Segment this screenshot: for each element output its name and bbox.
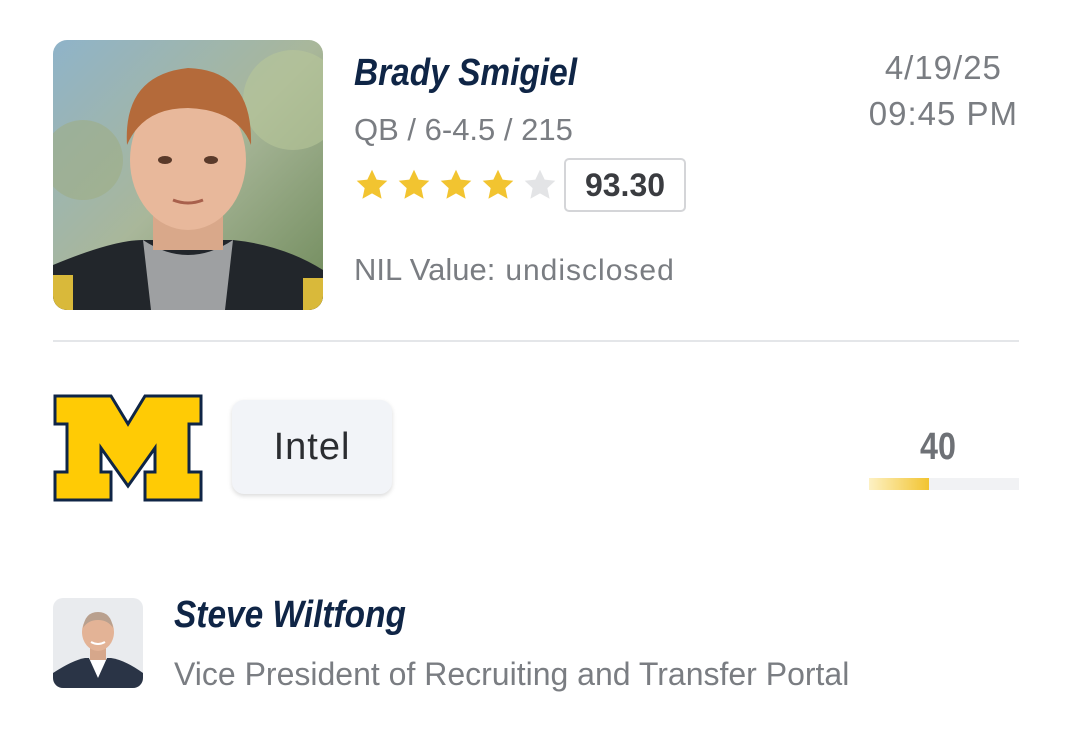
nil-value: undisclosed — [505, 254, 675, 287]
post-date: 4/19/25 — [884, 49, 1002, 86]
post-time: 09:45 PM — [868, 95, 1018, 132]
intel-pill-button[interactable]: Intel — [232, 400, 392, 494]
michigan-block-m-logo[interactable] — [53, 394, 203, 502]
player-photo[interactable] — [53, 40, 323, 310]
score-bar-fill — [869, 478, 929, 490]
author-avatar[interactable] — [53, 598, 143, 688]
star-filled-icon — [482, 169, 514, 199]
star-empty-icon — [524, 169, 556, 199]
star-filled-icon — [398, 169, 430, 199]
nil-label: NIL Value: — [354, 252, 496, 287]
player-position-height-weight: QB / 6-4.5 / 215 — [354, 112, 573, 147]
section-divider — [53, 340, 1019, 342]
nil-value-row: NIL Value: undisclosed — [354, 252, 675, 288]
prediction-score: 40 — [920, 426, 956, 468]
player-rating-box: 93.30 — [564, 158, 686, 212]
star-filled-icon — [356, 169, 388, 199]
score-bar — [869, 478, 1019, 490]
star-rating — [354, 167, 564, 203]
post-timestamp: 4/19/25 09:45 PM — [869, 45, 1018, 137]
star-filled-icon — [440, 169, 472, 199]
player-name[interactable]: Brady Smigiel — [354, 52, 577, 95]
author-title: Vice President of Recruiting and Transfe… — [174, 656, 850, 692]
author-name[interactable]: Steve Wiltfong — [174, 594, 406, 637]
